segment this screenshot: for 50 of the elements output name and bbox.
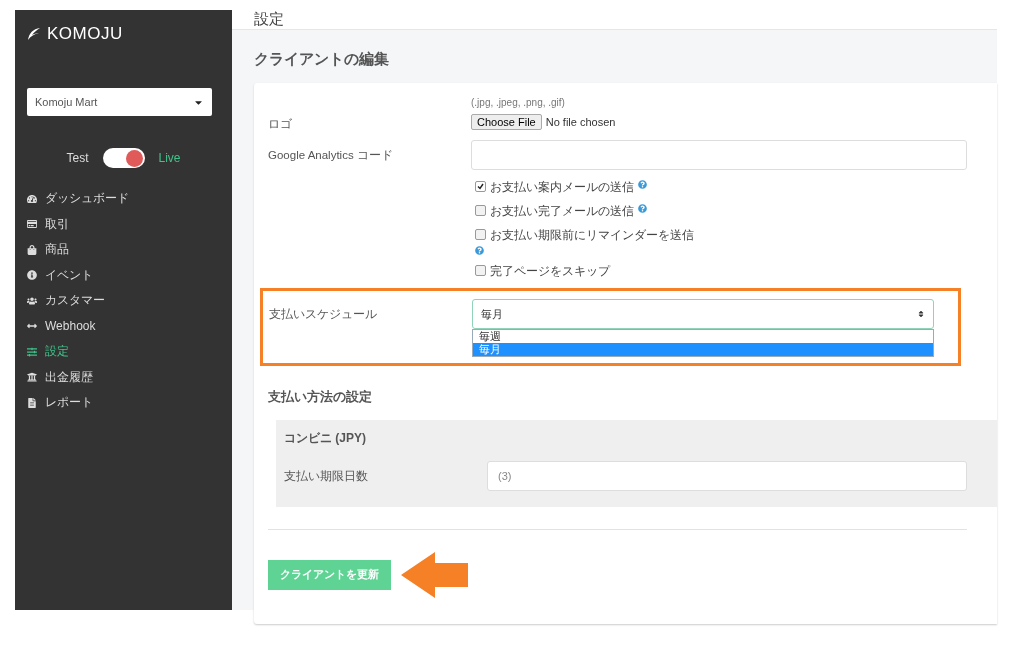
field-label: 支払い期限日数 [284,468,369,484]
info-icon [27,270,37,281]
nav-item[interactable]: 出金履歴 [27,364,220,390]
checkbox-label: お支払い完了メールの送信 [490,204,634,219]
bank-icon [27,372,37,383]
analytics-input[interactable] [471,140,967,170]
help-icon[interactable] [638,204,647,213]
nav-item[interactable]: レポート [27,390,220,416]
card-icon [27,219,37,230]
logo-text: KOMOJU [47,24,123,44]
file-type-hint: (.jpg, .jpeg, .png, .gif) [471,97,566,108]
nav-item[interactable]: ダッシュボード [27,186,220,212]
schedule-select[interactable]: 毎月 [472,299,934,329]
checkbox[interactable] [475,229,486,240]
days-input[interactable]: (3) [487,461,967,491]
sort-icon [917,310,925,318]
gauge-icon [27,193,37,204]
checkbox-label: お支払い期限前にリマインダーを送信 [490,228,694,243]
field-label: Google Analytics コード [268,147,394,163]
checkbox-label: お支払い案内メールの送信 [490,180,634,195]
file-status: No file chosen [545,116,616,128]
bag-icon [27,244,37,255]
nav-item[interactable]: Webhook [27,313,220,339]
nav-item[interactable]: カスタマー [27,288,220,314]
mode-label: Test [66,151,89,165]
panel-title: コンビニ (JPY) [284,430,367,447]
checkbox-label: 完了ページをスキップ [490,264,610,279]
help-icon[interactable] [638,180,647,189]
sliders-icon [27,346,37,357]
page-title: 設定 [232,10,997,30]
section-title: クライアントの編集 [254,50,390,69]
store-select[interactable]: Komoju Mart [27,88,212,116]
field-label: ロゴ [268,116,293,132]
checkbox[interactable] [475,205,486,216]
choose-file-button[interactable]: Choose File [471,114,542,130]
nav-item[interactable]: 商品 [27,237,220,263]
arrow-icon [401,552,468,598]
file-icon [27,397,37,408]
users-icon [27,295,37,306]
section-title: 支払い方法の設定 [268,388,373,406]
feather-logo-icon [27,27,41,41]
nav-item[interactable]: 設定 [27,339,220,365]
field-label: 支払いスケジュール [269,307,378,322]
checkbox[interactable] [475,181,486,192]
mode-label: Live [158,151,181,165]
help-icon[interactable] [475,246,484,255]
checkbox[interactable] [475,265,486,276]
nav-item[interactable]: イベント [27,262,220,288]
nav-item[interactable]: 取引 [27,211,220,237]
mode-toggle[interactable] [102,148,145,168]
